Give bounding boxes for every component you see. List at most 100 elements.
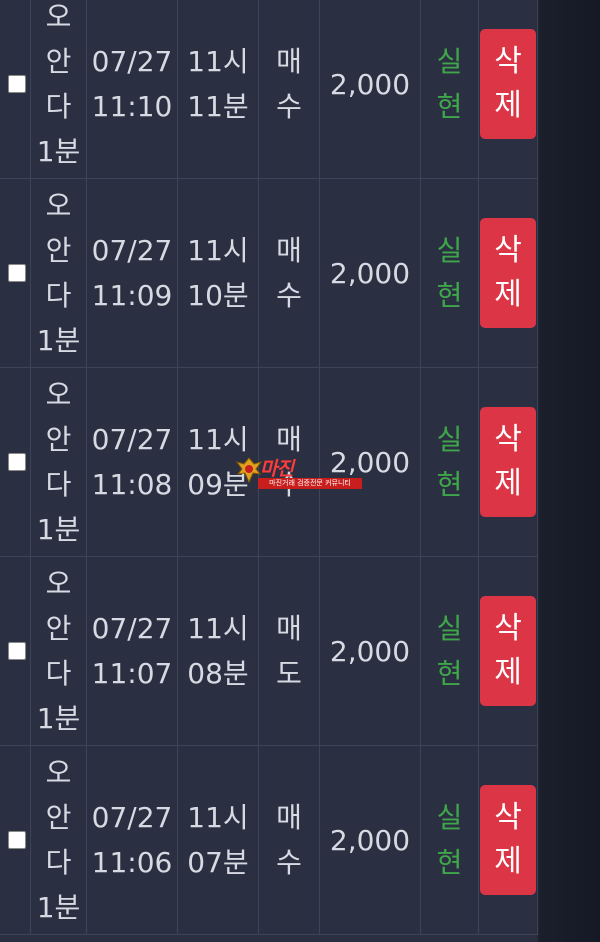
side-cell: 매도 [259,557,320,745]
row-select-checkbox[interactable] [7,264,26,282]
round-line: 11시 [187,801,249,834]
row-select-cell [0,557,31,745]
amount-value: 2,000 [329,445,411,479]
product-name-line: 다 [45,468,72,501]
delete-button[interactable]: 삭제 [480,785,536,895]
order-date: 07/27 [91,612,173,645]
account-type-cell: 실현 [421,0,479,178]
product-name-line: 오 [45,756,72,789]
delete-label-line: 삭 [494,611,522,646]
delete-cell: 삭제 [479,179,538,367]
side-line: 수 [276,90,302,123]
round-line: 10분 [187,279,249,312]
account-type-cell: 실현 [421,179,479,367]
round-cell: 11시 11분 [178,0,259,178]
product-name-cell: 오 안 다 1분 [31,746,87,934]
product-name-line: 1분 [36,324,81,357]
order-time: 11:10 [91,90,173,123]
account-type-line: 실 [436,612,463,645]
row-select-checkbox[interactable] [7,642,26,660]
side-line: 수 [276,279,302,312]
side-line: 매 [276,612,302,645]
delete-label-line: 제 [494,88,522,123]
row-select-checkbox[interactable] [7,453,26,471]
account-type-line: 실 [436,45,463,78]
delete-cell: 삭제 [479,368,538,556]
account-type-line: 현 [436,279,463,312]
product-name-line: 다 [45,846,72,879]
delete-cell: 삭제 [479,0,538,178]
delete-label-line: 제 [494,844,522,879]
round-line: 11시 [187,234,249,267]
account-type-line: 실 [436,801,463,834]
side-cell: 매수 [259,0,320,178]
delete-label-line: 제 [494,655,522,690]
product-name-line: 1분 [36,891,81,924]
round-line: 11시 [187,45,249,78]
round-line: 11시 [187,423,249,456]
round-line: 11시 [187,612,249,645]
round-cell: 11시 10분 [178,179,259,367]
side-line: 매 [276,45,302,78]
amount-value: 2,000 [329,634,411,668]
delete-label-line: 삭 [494,233,522,268]
row-select-checkbox[interactable] [7,75,26,93]
side-cell: 매수 [259,179,320,367]
row-select-checkbox[interactable] [7,831,26,849]
product-name-cell: 오 안 다 1분 [31,179,87,367]
row-select-cell [0,746,31,934]
account-type-line: 현 [436,846,463,879]
account-type-cell: 실현 [421,557,479,745]
account-type-line: 실 [436,234,463,267]
delete-label-line: 삭 [494,800,522,835]
side-cell: 매수 [259,368,320,556]
product-name-line: 안 [45,45,72,78]
delete-button[interactable]: 삭제 [480,218,536,328]
order-date: 07/27 [91,234,173,267]
row-select-cell [0,179,31,367]
delete-label-line: 삭 [494,422,522,457]
product-name-line: 오 [45,378,72,411]
order-time: 11:07 [91,657,173,690]
round-cell: 11시 08분 [178,557,259,745]
order-time: 11:08 [91,468,173,501]
table-row: 오 안 다 1분 07/27 11:09 11시 10분 매 수 2,000 실 현 삭 제 [0,179,538,368]
product-name-line: 다 [45,657,72,690]
row-select-cell [0,0,31,178]
amount-cell: 2,000 [320,179,421,367]
account-type-line: 현 [436,468,463,501]
product-name-line: 다 [45,90,72,123]
delete-label-line: 삭 [494,44,522,79]
delete-cell: 삭제 [479,557,538,745]
product-name-line: 안 [45,234,72,267]
product-name-line: 안 [45,801,72,834]
product-name-line: 안 [45,423,72,456]
product-name-cell: 오 안 다 1분 [31,0,87,178]
order-time: 11:06 [91,846,173,879]
amount-cell: 2,000 [320,0,421,178]
row-select-cell [0,368,31,556]
product-name-line: 1분 [36,513,81,546]
order-date: 07/27 [91,801,173,834]
round-line: 11분 [187,90,249,123]
table-row: 오 안 다 1분 07/27 11:10 11시 11분 매 수 2,000 실 현 삭 제 [0,0,538,179]
trade-history-table: 오 안 다 1분 07/27 11:10 11시 11분 매 수 2,000 실 현 삭 제 오 안 다 1분 07/… [0,0,538,935]
side-line: 수 [276,846,302,879]
round-cell: 11시 09분 [178,368,259,556]
delete-button[interactable]: 삭제 [480,29,536,139]
round-cell: 11시 07분 [178,746,259,934]
side-cell: 매수 [259,746,320,934]
delete-button[interactable]: 삭제 [480,407,536,517]
side-line: 매 [276,423,302,456]
product-name-line: 안 [45,612,72,645]
account-type-line: 실 [436,423,463,456]
account-type-cell: 실현 [421,746,479,934]
delete-label-line: 제 [494,466,522,501]
side-line: 매 [276,234,302,267]
amount-value: 2,000 [329,256,411,290]
side-line: 도 [276,657,302,690]
table-row: 오 안 다 1분 07/27 11:06 11시 07분 매 수 2,000 실 현 삭 제 [0,746,538,935]
account-type-line: 현 [436,657,463,690]
product-name-line: 다 [45,279,72,312]
delete-button[interactable]: 삭제 [480,596,536,706]
